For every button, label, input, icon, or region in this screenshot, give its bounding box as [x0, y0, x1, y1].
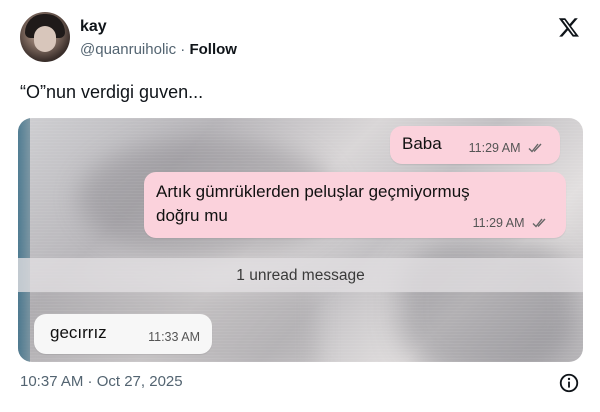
message-text: Baba	[402, 134, 442, 153]
tweet-header: kay @quanruiholic · Follow	[20, 12, 584, 64]
double-check-icon	[532, 218, 546, 228]
message-time: 11:29 AM	[469, 141, 546, 155]
avatar[interactable]	[20, 12, 70, 62]
unread-divider: 1 unread message	[18, 258, 583, 292]
message-text: Artık gümrüklerden peluşlar geçmiyormuş …	[156, 182, 470, 225]
double-check-icon	[528, 143, 542, 153]
incoming-message: gecırrız 11:33 AM	[34, 314, 212, 354]
message-time: 11:33 AM	[148, 330, 200, 344]
tweet-timestamp[interactable]: 10:37 AM · Oct 27, 2025	[20, 373, 183, 390]
separator: ·	[180, 41, 186, 58]
follow-button[interactable]: Follow	[189, 41, 237, 58]
x-logo-icon[interactable]	[558, 16, 580, 38]
outgoing-message: Artık gümrüklerden peluşlar geçmiyormuş …	[144, 172, 566, 238]
outgoing-message: Baba 11:29 AM	[390, 126, 560, 164]
unread-label: 1 unread message	[236, 267, 365, 284]
screen-edge	[18, 118, 30, 362]
avatar-face	[34, 26, 56, 52]
message-text: gecırrız	[50, 323, 107, 342]
message-time-text: 11:29 AM	[468, 141, 521, 155]
handle-row: @quanruiholic · Follow	[80, 41, 237, 58]
tweet-media[interactable]: Baba 11:29 AM Artık gümrüklerden peluşla…	[18, 118, 583, 362]
tweet-text: “O”nun verdigi guven...	[20, 82, 204, 102]
message-time-text: 11:29 AM	[472, 216, 525, 230]
author-name[interactable]: kay	[80, 18, 107, 36]
info-icon[interactable]	[558, 372, 580, 394]
author-handle[interactable]: @quanruiholic	[80, 41, 176, 58]
message-time: 11:29 AM	[473, 216, 550, 230]
